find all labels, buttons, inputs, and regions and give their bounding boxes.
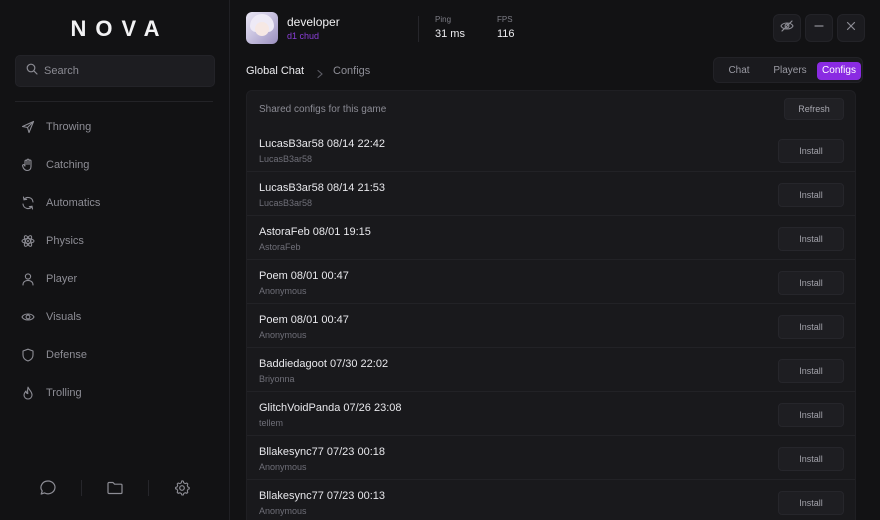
config-row: Poem 08/01 00:47 Anonymous Install [247,304,855,348]
config-author: Anonymous [259,286,307,296]
fps-value: 116 [497,28,515,40]
configs-title: Shared configs for this game [259,104,387,115]
ping-value: 31 ms [435,28,465,40]
sidebar-item-label: Trolling [46,387,82,399]
refresh-button[interactable]: Refresh [784,98,844,120]
config-row: LucasB3ar58 08/14 21:53 LucasB3ar58 Inst… [247,172,855,216]
sidebar-item-label: Throwing [46,121,92,133]
user-role: d1 chud [287,31,320,41]
send-icon [20,119,36,135]
sidebar-footer [0,476,230,500]
install-button[interactable]: Install [778,139,844,163]
config-author: Anonymous [259,506,307,516]
install-button[interactable]: Install [778,227,844,251]
header-divider [418,16,419,42]
config-row: Bllakesync77 07/23 00:13 Anonymous Insta… [247,480,855,520]
flame-icon [20,385,36,401]
config-author: Anonymous [259,330,307,340]
view-tabs: Chat Players Configs [713,57,863,83]
folder-icon[interactable] [82,479,148,497]
config-title: Bllakesync77 07/23 00:18 [259,446,385,458]
config-list: LucasB3ar58 08/14 22:42 LucasB3ar58 Inst… [247,128,855,520]
tab-players[interactable]: Players [766,62,814,80]
sidebar-item-throwing[interactable]: Throwing [0,108,230,146]
sidebar-item-catching[interactable]: Catching [0,146,230,184]
sidebar-item-defense[interactable]: Defense [0,336,230,374]
config-title: AstoraFeb 08/01 19:15 [259,226,371,238]
config-row: Baddiedagoot 07/30 22:02 Briyonna Instal… [247,348,855,392]
fps-label: FPS [497,15,513,24]
sidebar-item-physics[interactable]: Physics [0,222,230,260]
sidebar-item-label: Defense [46,349,87,361]
config-row: Poem 08/01 00:47 Anonymous Install [247,260,855,304]
install-button[interactable]: Install [778,183,844,207]
config-title: LucasB3ar58 08/14 21:53 [259,182,385,194]
username: developer [287,15,340,29]
avatar-face [255,22,269,36]
avatar[interactable] [246,12,278,44]
sidebar-item-label: Automatics [46,197,101,209]
search-icon [26,62,38,80]
sidebar-item-label: Player [46,273,78,285]
sidebar-divider [15,101,213,102]
config-title: Bllakesync77 07/23 00:13 [259,490,385,502]
user-icon [20,271,36,287]
gear-icon[interactable] [149,479,215,497]
config-title: Baddiedagoot 07/30 22:02 [259,358,389,370]
install-button[interactable]: Install [778,447,844,471]
sidebar-item-automatics[interactable]: Automatics [0,184,230,222]
sidebar-item-label: Catching [46,159,90,171]
config-title: LucasB3ar58 08/14 22:42 [259,138,385,150]
sidebar-item-label: Physics [46,235,84,247]
close-icon [845,19,857,37]
refresh-icon [20,195,36,211]
sidebar-item-label: Visuals [46,311,82,323]
config-row: GlitchVoidPanda 07/26 23:08 tellem Insta… [247,392,855,436]
config-title: Poem 08/01 00:47 [259,314,349,326]
install-button[interactable]: Install [778,359,844,383]
sidebar-item-trolling[interactable]: Trolling [0,374,230,412]
sidebar-nav: Throwing Catching Automatics Physics Pla… [0,108,230,412]
config-author: LucasB3ar58 [259,154,313,164]
config-title: Poem 08/01 00:47 [259,270,349,282]
shield-icon [20,347,36,363]
tab-configs[interactable]: Configs [817,62,861,80]
eye-icon [20,309,36,325]
minimize-button[interactable] [805,14,833,42]
install-button[interactable]: Install [778,271,844,295]
tab-chat[interactable]: Chat [719,62,759,80]
config-row: AstoraFeb 08/01 19:15 AstoraFeb Install [247,216,855,260]
config-author: tellem [259,418,284,428]
sidebar-item-visuals[interactable]: Visuals [0,298,230,336]
config-title: GlitchVoidPanda 07/26 23:08 [259,402,402,414]
hide-button[interactable] [773,14,801,42]
breadcrumb-root[interactable]: Global Chat [246,65,304,77]
close-button[interactable] [837,14,865,42]
eye-off-icon [780,19,794,38]
config-row: LucasB3ar58 08/14 22:42 LucasB3ar58 Inst… [247,128,855,172]
chevron-right-icon [316,66,324,84]
ping-label: Ping [435,15,452,24]
search-box[interactable] [15,55,215,87]
install-button[interactable]: Install [778,315,844,339]
app-logo: NOVA [70,16,169,41]
atom-icon [20,233,36,249]
config-row: Bllakesync77 07/23 00:18 Anonymous Insta… [247,436,855,480]
sidebar-item-player[interactable]: Player [0,260,230,298]
minimize-icon [813,19,825,37]
sidebar: NOVA Throwing Catching Automatics [0,0,230,520]
config-author: AstoraFeb [259,242,301,252]
configs-panel: Shared configs for this game Refresh Luc… [246,90,856,520]
breadcrumb-current: Configs [333,65,371,77]
install-button[interactable]: Install [778,403,844,427]
config-author: Anonymous [259,462,307,472]
config-author: LucasB3ar58 [259,198,313,208]
config-author: Briyonna [259,374,295,384]
hand-icon [20,157,36,173]
chat-bubble-icon[interactable] [15,479,81,497]
search-input[interactable] [44,65,204,77]
install-button[interactable]: Install [778,491,844,515]
